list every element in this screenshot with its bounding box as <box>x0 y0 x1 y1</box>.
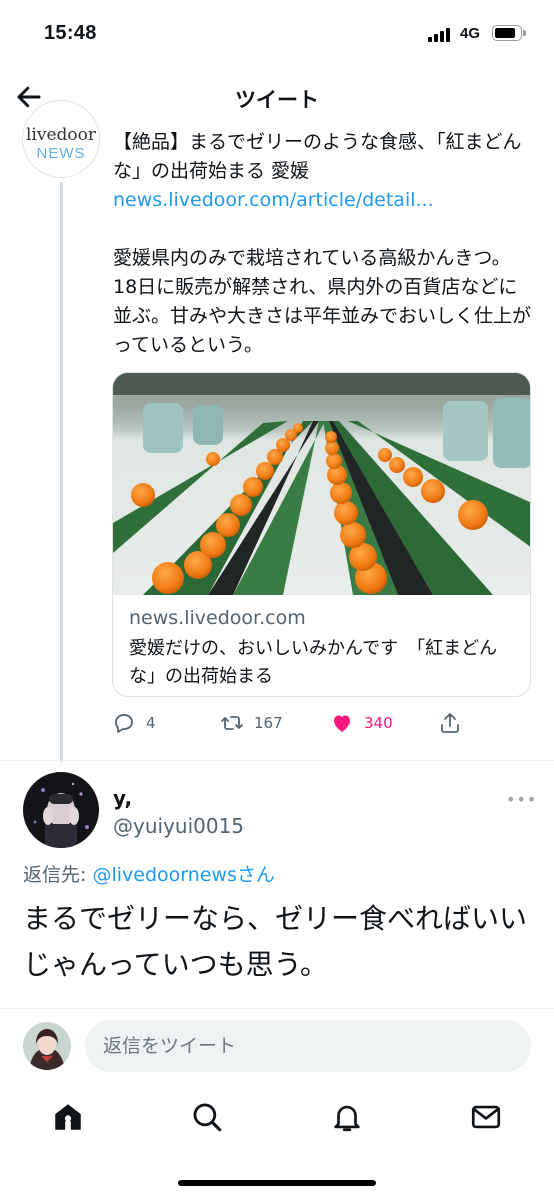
reply-to-line: 返信先: @livedoornewsさん <box>23 860 275 887</box>
reply-author-name[interactable]: y, <box>113 786 132 810</box>
reply-to-label: 返信先: <box>23 864 93 886</box>
avatar[interactable]: livedoor NEWS <box>22 100 100 178</box>
link-card[interactable]: news.livedoor.com 愛媛だけの、おいしいみかんです 「紅まどんな… <box>112 372 531 697</box>
reply-icon <box>115 714 133 733</box>
messages-icon[interactable] <box>469 1100 503 1134</box>
avatar-logo-subtext: NEWS <box>36 145 86 162</box>
avatar-logo-text: livedoor <box>25 125 97 145</box>
compose-avatar[interactable] <box>23 1022 71 1070</box>
thread-line <box>60 182 63 762</box>
reply-compose-input[interactable] <box>85 1020 531 1072</box>
like-button[interactable]: 340 <box>330 708 393 738</box>
card-domain: news.livedoor.com <box>129 607 306 629</box>
divider <box>0 1008 554 1009</box>
reply-to-mention[interactable]: @livedoornewsさん <box>92 864 274 886</box>
reply-count: 4 <box>146 714 156 732</box>
share-button[interactable] <box>438 708 462 738</box>
like-icon <box>334 715 350 732</box>
search-icon[interactable] <box>190 1100 224 1134</box>
reply-button[interactable]: 4 <box>112 708 156 738</box>
reply-text: まるでゼリーなら、ゼリー食べればいいじゃんっていつも思う。 <box>23 902 528 981</box>
compose-avatar-image <box>23 1022 71 1070</box>
home-indicator <box>178 1180 376 1186</box>
reply-avatar[interactable] <box>23 772 99 848</box>
like-count: 340 <box>364 714 393 732</box>
notifications-icon[interactable] <box>330 1100 364 1134</box>
divider <box>0 760 554 761</box>
retweet-count: 167 <box>254 714 283 732</box>
tweet-link[interactable]: news.livedoor.com/article/detail... <box>113 186 533 215</box>
battery-icon <box>492 25 526 41</box>
reply-author-handle[interactable]: @yuiyui0015 <box>113 814 244 838</box>
network-type: 4G <box>460 25 481 42</box>
retweet-icon <box>221 716 243 730</box>
status-time: 15:48 <box>44 22 97 44</box>
tweet-headline: 【絶品】まるでゼリーのような食感、「紅まどんな」の出荷始まる 愛媛 <box>113 131 522 182</box>
share-icon <box>441 713 459 733</box>
tweet-body: 愛媛県内のみで栽培されている高級かんきつ。18日に販売が解禁され、県内外の百貨店… <box>113 247 532 356</box>
tweet-text: 【絶品】まるでゼリーのような食感、「紅まどんな」の出荷始まる 愛媛 news.l… <box>113 128 533 360</box>
retweet-button[interactable]: 167 <box>220 708 283 738</box>
card-description: 愛媛だけの、おいしいみかんです 「紅まどんな」の出荷始まる <box>129 638 498 687</box>
tweet-actions: 4 167 340 <box>112 708 532 738</box>
status-bar: 15:48 4G <box>0 0 554 66</box>
signal-icon <box>428 27 450 42</box>
more-icon[interactable]: ••• <box>506 790 537 809</box>
tab-bar <box>0 1096 554 1140</box>
card-image <box>113 373 530 595</box>
reply-avatar-image <box>23 772 99 848</box>
home-icon[interactable] <box>51 1100 85 1134</box>
